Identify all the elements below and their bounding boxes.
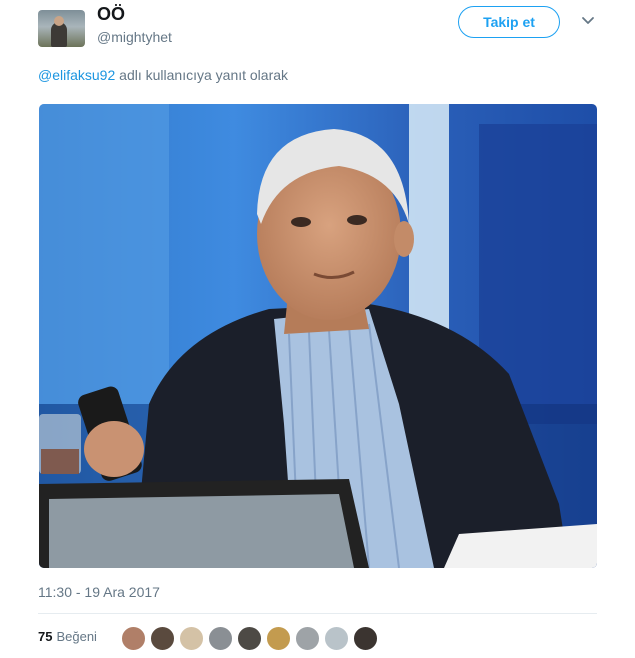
- avatar-head: [54, 16, 64, 26]
- reply-context-text: adlı kullanıcıya yanıt olarak: [115, 67, 289, 83]
- display-name[interactable]: OÖ: [97, 4, 125, 25]
- liker-avatar-7[interactable]: [295, 626, 320, 651]
- liker-avatar-4[interactable]: [208, 626, 233, 651]
- liker-avatar-6[interactable]: [266, 626, 291, 651]
- likes-label: Beğeni: [56, 629, 97, 644]
- liker-avatar-2[interactable]: [150, 626, 175, 651]
- likers-avatars: [121, 626, 378, 651]
- reply-context: @elifaksu92 adlı kullanıcıya yanıt olara…: [38, 67, 288, 83]
- divider-top: [38, 613, 597, 614]
- user-handle[interactable]: @mightyhet: [97, 29, 172, 45]
- likes-count[interactable]: 75 Beğeni: [38, 629, 97, 644]
- tweet-timestamp[interactable]: 11:30 - 19 Ara 2017: [38, 584, 160, 600]
- liker-avatar-3[interactable]: [179, 626, 204, 651]
- reply-mention-link[interactable]: @elifaksu92: [38, 67, 115, 83]
- user-avatar[interactable]: [38, 10, 85, 47]
- tweet-photo[interactable]: [39, 104, 597, 568]
- likes-number: 75: [38, 629, 53, 644]
- liker-avatar-5[interactable]: [237, 626, 262, 651]
- photo-illustration: [39, 104, 597, 568]
- follow-button[interactable]: Takip et: [458, 6, 560, 38]
- tweet-header: OÖ @mightyhet Takip et: [0, 0, 635, 60]
- liker-avatar-1[interactable]: [121, 626, 146, 651]
- liker-avatar-8[interactable]: [324, 626, 349, 651]
- liker-avatar-9[interactable]: [353, 626, 378, 651]
- chevron-down-icon[interactable]: [581, 16, 595, 26]
